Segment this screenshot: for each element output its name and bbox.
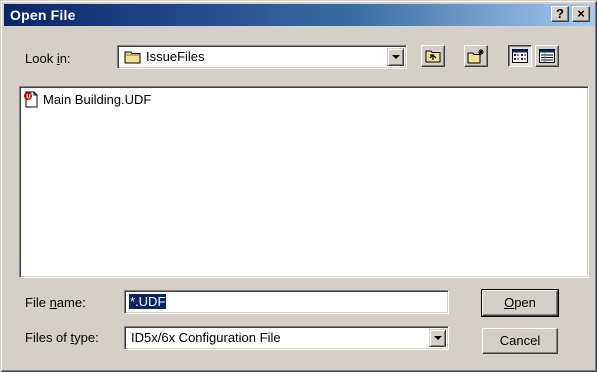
close-button[interactable]: × bbox=[572, 6, 590, 22]
help-button[interactable]: ? bbox=[551, 6, 569, 22]
title-bar[interactable]: Open File ? × bbox=[4, 4, 595, 26]
list-view-button[interactable] bbox=[508, 45, 532, 67]
details-view-icon bbox=[539, 49, 555, 66]
new-folder-icon bbox=[467, 48, 485, 67]
cancel-button[interactable]: Cancel bbox=[482, 328, 558, 354]
list-item[interactable]: U Main Building.UDF bbox=[23, 90, 151, 108]
chevron-down-icon bbox=[392, 55, 400, 59]
file-name-value-wrap: *.UDF bbox=[129, 294, 167, 309]
udf-file-icon: U bbox=[23, 91, 39, 108]
files-of-type-combo[interactable]: ID5x/6x Configuration File bbox=[124, 326, 449, 350]
files-of-type-dropdown-button[interactable] bbox=[429, 329, 446, 347]
list-view-icon bbox=[512, 49, 528, 66]
up-one-level-button[interactable] bbox=[421, 45, 445, 67]
files-of-type-label: Files of type: bbox=[25, 330, 99, 345]
look-in-value: IssueFiles bbox=[146, 49, 205, 64]
look-in-dropdown-button[interactable] bbox=[387, 48, 404, 66]
svg-text:U: U bbox=[26, 93, 31, 100]
file-name-input[interactable]: *.UDF bbox=[124, 290, 449, 314]
open-button-accel: O bbox=[504, 295, 515, 310]
file-name-label: Main Building.UDF bbox=[43, 91, 152, 107]
open-button-label: pen bbox=[514, 295, 536, 310]
file-name-value: *.UDF bbox=[129, 294, 167, 309]
new-folder-button[interactable] bbox=[464, 45, 488, 67]
open-file-dialog: Open File ? × Look in: IssueFiles U Main… bbox=[0, 0, 597, 372]
dialog-title: Open File bbox=[10, 7, 76, 23]
file-name-label: File name: bbox=[25, 295, 86, 310]
folder-icon bbox=[124, 50, 142, 67]
chevron-down-icon bbox=[434, 336, 442, 340]
open-button[interactable]: Open bbox=[481, 289, 559, 317]
details-view-button[interactable] bbox=[535, 45, 559, 67]
up-one-level-icon bbox=[425, 49, 441, 66]
look-in-combo[interactable]: IssueFiles bbox=[117, 45, 407, 69]
files-of-type-value: ID5x/6x Configuration File bbox=[131, 330, 281, 345]
look-in-label: Look in: bbox=[25, 51, 71, 66]
file-list[interactable]: U Main Building.UDF bbox=[19, 86, 589, 278]
